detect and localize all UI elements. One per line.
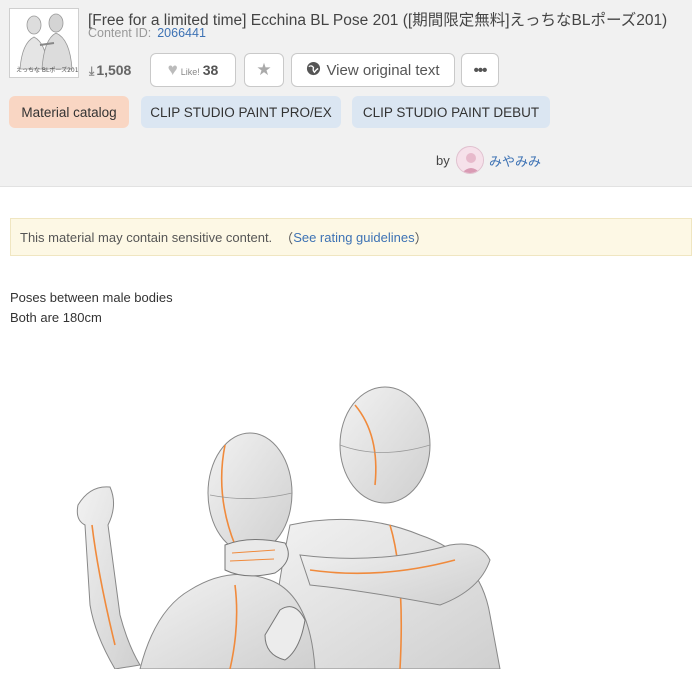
- globe-icon: [306, 61, 321, 80]
- more-options-button[interactable]: •••: [461, 53, 499, 87]
- favorite-button[interactable]: ★: [244, 53, 284, 87]
- material-thumbnail[interactable]: えっちな BLポーズ201: [9, 8, 79, 78]
- download-count-value: 1,508: [96, 62, 132, 78]
- notice-close-paren: ）: [414, 230, 428, 246]
- description-line: Both are 180cm: [10, 310, 102, 325]
- pose-preview-image: [60, 375, 520, 670]
- notice-open-paren: （: [280, 230, 294, 246]
- notice-text: This material may contain sensitive cont…: [20, 229, 273, 245]
- rating-guidelines-link[interactable]: See rating guidelines: [293, 230, 414, 245]
- heart-icon: ♥: [167, 60, 178, 79]
- content-id-label: Content ID:: [88, 26, 152, 40]
- like-button[interactable]: ♥ Like! 38: [150, 53, 236, 87]
- by-label: by: [436, 153, 450, 168]
- tag-clip-studio-debut[interactable]: CLIP STUDIO PAINT DEBUT: [352, 96, 550, 128]
- author-avatar[interactable]: [456, 146, 484, 174]
- ellipsis-icon: •••: [473, 61, 488, 79]
- material-description: Poses between male bodies Both are 180cm: [10, 288, 173, 328]
- content-id: Content ID: 2066441: [88, 26, 206, 40]
- like-count: 38: [202, 62, 219, 78]
- description-line: Poses between male bodies: [10, 290, 173, 305]
- thumbnail-image: えっちな BLポーズ201: [10, 9, 79, 77]
- svg-text:えっちな BLポーズ201: えっちな BLポーズ201: [16, 66, 79, 74]
- content-id-value[interactable]: 2066441: [157, 26, 206, 40]
- author-name[interactable]: みやみみ: [489, 151, 541, 170]
- sensitive-content-notice: This material may contain sensitive cont…: [10, 218, 692, 256]
- download-icon: ⤓: [89, 64, 95, 78]
- material-header: えっちな BLポーズ201 [Free for a limited time] …: [0, 0, 692, 187]
- download-count: ⤓ 1,508: [89, 62, 131, 79]
- view-original-text-label: View original text: [326, 61, 440, 79]
- tag-clip-studio-pro-ex[interactable]: CLIP STUDIO PAINT PRO/EX: [141, 96, 341, 128]
- tag-material-catalog[interactable]: Material catalog: [9, 96, 129, 128]
- star-icon: ★: [256, 60, 272, 79]
- view-original-text-button[interactable]: View original text: [291, 53, 455, 87]
- like-label: Like!: [180, 66, 200, 77]
